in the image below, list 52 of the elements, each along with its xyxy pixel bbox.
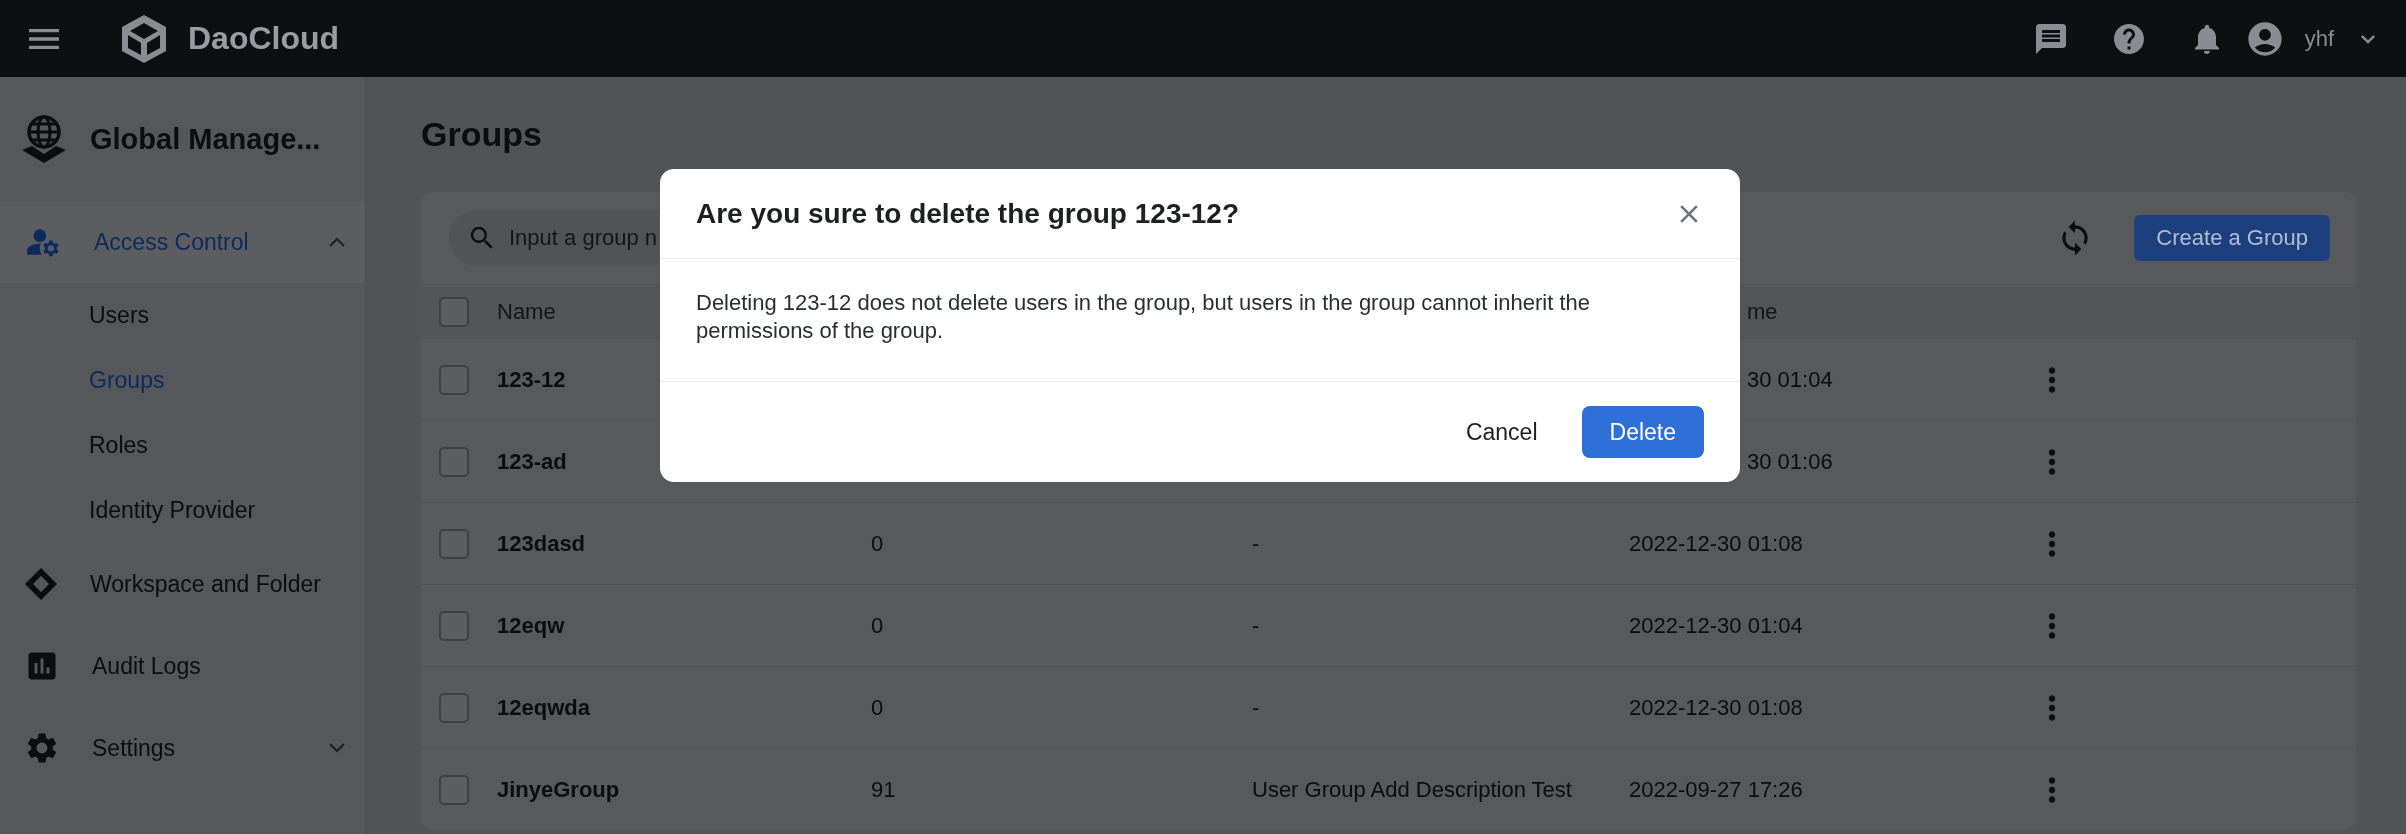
table-cell: 30 01:04 [1747, 366, 1833, 393]
column-header: me [1747, 298, 1778, 325]
sidebar-item[interactable]: Access Control [0, 201, 365, 283]
sidebar-subitem[interactable]: Users [89, 302, 150, 329]
table-cell: 91 [871, 776, 896, 803]
dialog-message: Deleting 123-12 does not delete users in the group, but users in the group cannot inherit the permissions of the group. [660, 259, 1740, 382]
sidebar-subitem[interactable]: Identity Provider [89, 497, 256, 524]
checkbox[interactable] [439, 364, 469, 395]
sidebar-item[interactable]: Audit Logs [0, 625, 365, 707]
dialog-title: Are you sure to delete the group 123-12? [696, 197, 1240, 230]
chevron-down-icon [329, 743, 345, 753]
create-group-button[interactable]: Create a Group [2134, 215, 2330, 261]
checkbox[interactable] [439, 296, 469, 327]
delete-button[interactable]: Delete [1581, 406, 1704, 458]
globe-icon [20, 114, 68, 164]
checkbox[interactable] [439, 446, 469, 477]
table-cell: - [1252, 612, 1260, 639]
checkbox[interactable] [439, 692, 469, 723]
table-cell: 2022-12-30 01:08 [1629, 694, 1803, 721]
table-cell: 2022-12-30 01:08 [1629, 530, 1803, 557]
cube-logo-icon [120, 12, 168, 65]
page-title: Groups [421, 115, 542, 154]
sidebar-subitem[interactable]: Groups [89, 367, 165, 394]
table-cell: - [1252, 530, 1260, 557]
sidebar-title: Global Manage... [90, 122, 321, 156]
sidebar-item[interactable]: Settings [0, 707, 365, 789]
user-name[interactable]: yhf [2304, 25, 2334, 52]
table-cell: 2022-12-30 01:04 [1629, 612, 1803, 639]
column-header: Name [497, 298, 556, 325]
table-cell: JinyeGroup [497, 776, 620, 803]
table-cell: 12eqwda [497, 694, 590, 721]
cancel-button[interactable]: Cancel [1459, 417, 1544, 447]
brand-name: DaoCloud [188, 20, 340, 57]
checkbox[interactable] [439, 528, 469, 559]
sidebar-item[interactable]: Workspace and Folder [0, 543, 365, 625]
table-cell: User Group Add Description Test [1252, 776, 1572, 803]
table-cell: 30 01:06 [1747, 448, 1833, 475]
sidebar-subitem[interactable]: Roles [89, 432, 148, 459]
chevron-up-icon [329, 237, 345, 247]
table-cell: 0 [871, 612, 884, 639]
checkbox[interactable] [439, 774, 469, 805]
table-cell: 123dasd [497, 530, 586, 557]
diamond-icon [24, 567, 58, 601]
table-cell: 0 [871, 530, 884, 557]
table-cell: - [1252, 694, 1260, 721]
search-field[interactable]: Input a group n [449, 210, 659, 266]
table-cell: 12eqw [497, 612, 565, 639]
table-cell: 123-12 [497, 366, 566, 393]
table-cell: 123-ad [497, 448, 567, 475]
table-cell: 2022-09-27 17:26 [1629, 776, 1803, 803]
checkbox[interactable] [439, 610, 469, 641]
table-cell: 0 [871, 694, 884, 721]
